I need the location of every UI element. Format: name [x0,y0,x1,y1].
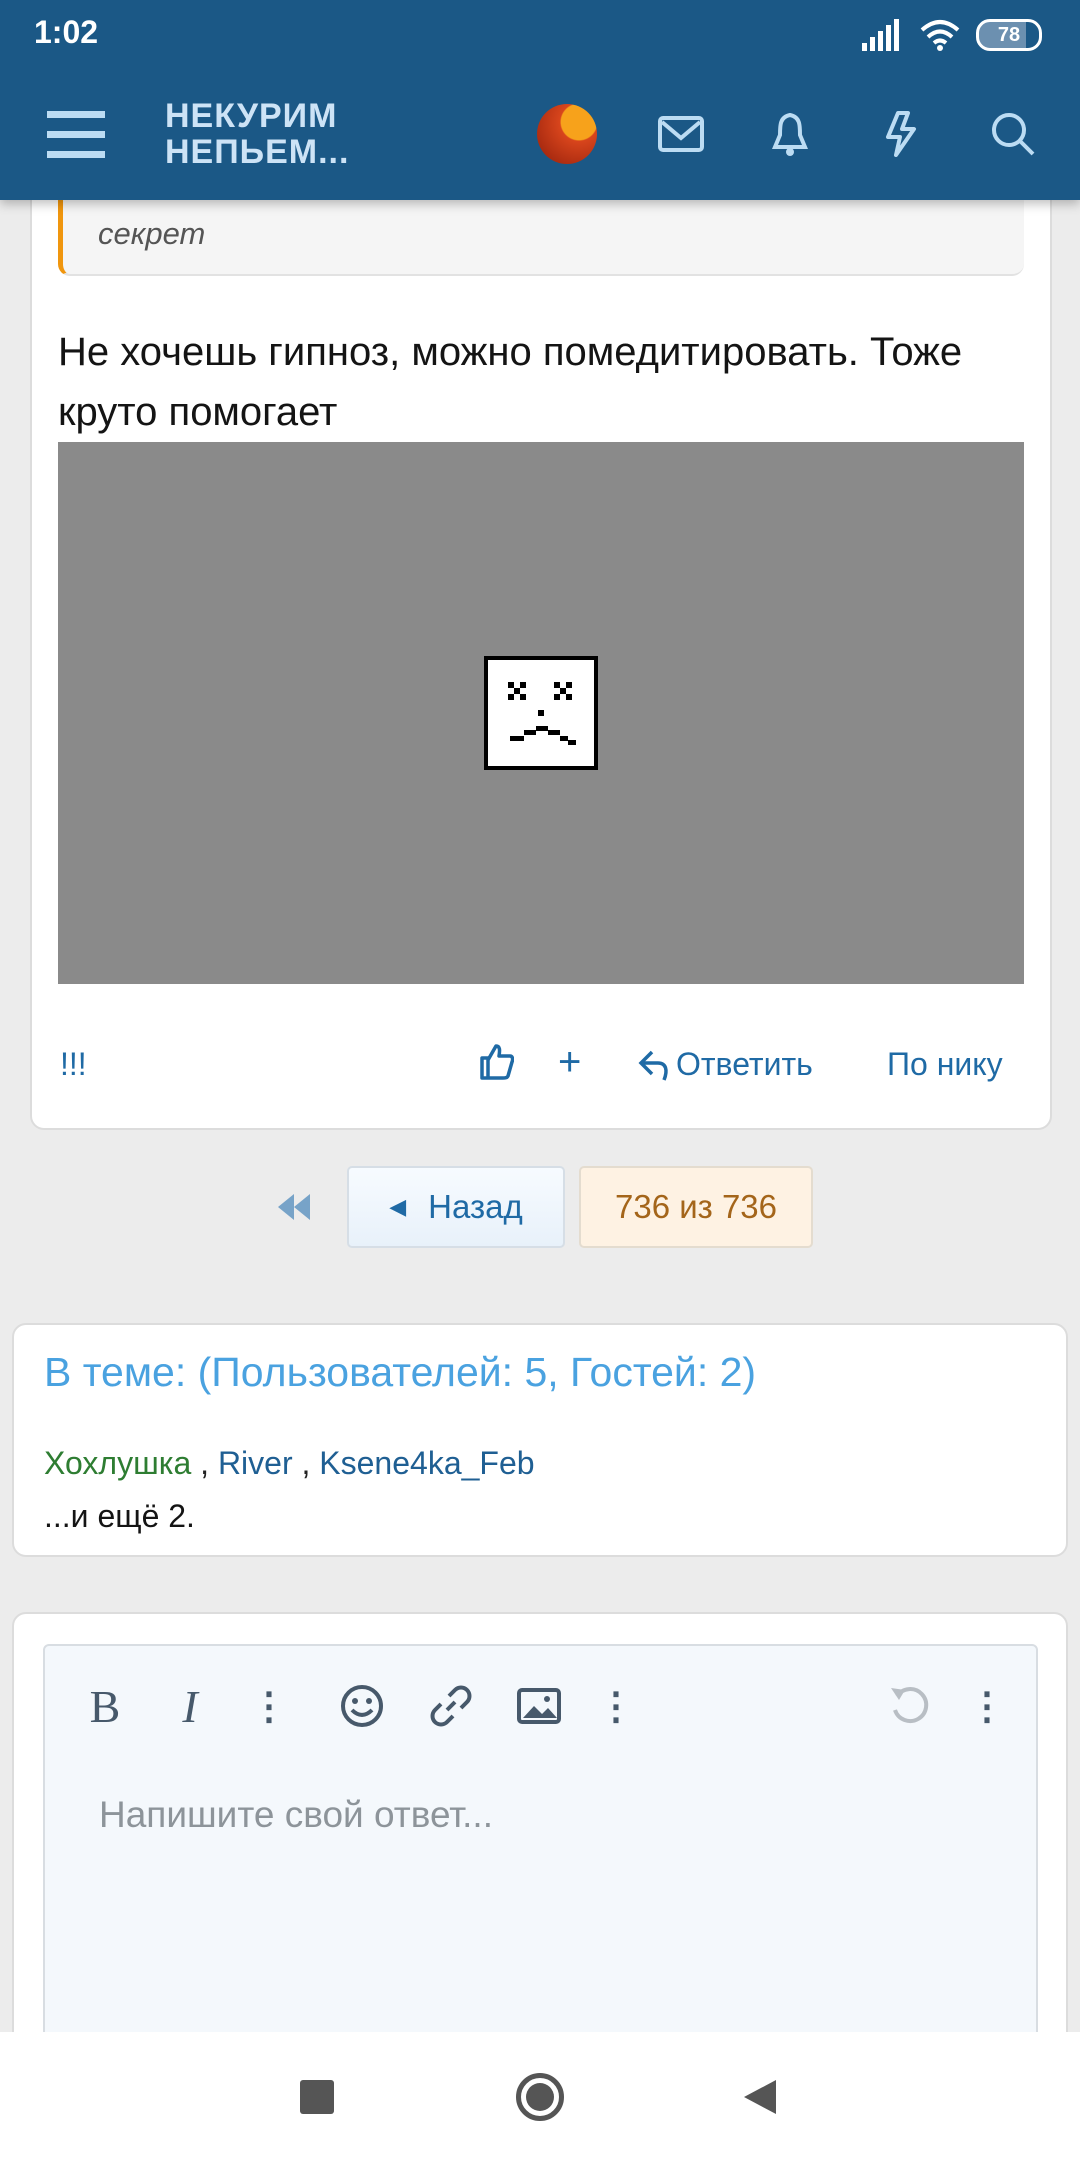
by-nick-link[interactable]: По нику [887,1046,1003,1083]
envelope-icon [658,116,704,152]
image-button[interactable] [513,1680,565,1732]
reply-label: Ответить [676,1046,813,1082]
quote-text: секрет [98,216,206,251]
home-button[interactable] [516,2073,564,2121]
vertical-dots-icon: ⋮ [968,1685,1006,1728]
wifi-icon [920,20,960,51]
vertical-dots-icon: ⋮ [597,1685,635,1728]
link-button[interactable] [425,1680,477,1732]
search-button[interactable] [983,104,1043,164]
hamburger-icon [47,111,105,158]
report-link[interactable]: !!! [60,1046,87,1083]
alerts-button[interactable] [760,104,820,164]
multiquote-button[interactable]: + [558,1040,581,1085]
link-icon [430,1685,472,1727]
search-icon [992,113,1035,156]
site-logo[interactable]: НЕКУРИМ НЕПЬЕМ... [165,98,349,170]
post-text: Не хочешь гипноз, можно помедитировать. … [58,330,963,434]
caret-left-icon: ◀ [389,1194,407,1219]
reply-placeholder: Напишите свой ответ... [99,1794,493,1835]
user-avatar[interactable] [537,104,597,164]
thumbs-up-icon [480,1044,515,1080]
more-text-options[interactable]: ⋮ [243,1680,295,1732]
first-page-button[interactable] [268,1166,320,1248]
user-link[interactable]: Ksene4ka_Feb [319,1445,534,1481]
editor-more-options[interactable]: ⋮ [961,1680,1013,1732]
more-insert-options[interactable]: ⋮ [590,1680,642,1732]
double-chevron-left-icon [278,1194,310,1220]
lightning-icon [886,111,916,157]
menu-button[interactable] [46,104,106,164]
whats-new-button[interactable] [871,104,931,164]
broken-image-icon [484,656,598,770]
status-time: 1:02 [34,14,99,50]
user-link[interactable]: Хохлушка [44,1445,191,1481]
recents-button[interactable] [300,2080,334,2114]
online-users-card: В теме: (Пользователей: 5, Гостей: 2) Хо… [12,1323,1068,1557]
undo-icon [891,1687,929,1724]
emoji-button[interactable] [336,1680,388,1732]
logo-line2: НЕПЬЕМ... [165,133,350,171]
page-indicator[interactable]: 736 из 736 [579,1166,813,1248]
smiley-icon [341,1685,383,1727]
italic-button[interactable]: I [164,1680,216,1732]
battery-icon: 78 [976,19,1042,51]
messages-button[interactable] [651,104,711,164]
back-label: Назад [428,1188,523,1225]
logo-line1: НЕКУРИМ [165,97,338,135]
back-button[interactable]: ◀ Назад [347,1166,565,1248]
back-nav-icon[interactable] [742,2078,778,2116]
undo-button[interactable] [883,1680,935,1732]
reply-button[interactable]: Ответить [638,1046,813,1083]
signal-icon [862,19,899,51]
reply-icon [638,1050,668,1081]
battery-level: 78 [997,23,1021,46]
status-icons: 78 [860,18,1042,52]
more-users: ...и ещё 2. [44,1498,195,1534]
bell-icon [772,112,808,156]
online-title: В теме: (Пользователей: 5, Гостей: 2) [44,1349,757,1395]
image-icon [517,1688,561,1724]
like-button[interactable] [478,1042,515,1088]
user-link[interactable]: River [218,1445,293,1481]
system-nav-bar [0,2032,1080,2160]
online-user-list: Хохлушка , River , Ksene4ka_Feb [44,1445,535,1481]
vertical-dots-icon: ⋮ [250,1685,288,1728]
bold-button[interactable]: B [79,1680,131,1732]
app-header: 1:02 78 НЕКУРИМ НЕПЬЕМ... [0,0,1080,200]
